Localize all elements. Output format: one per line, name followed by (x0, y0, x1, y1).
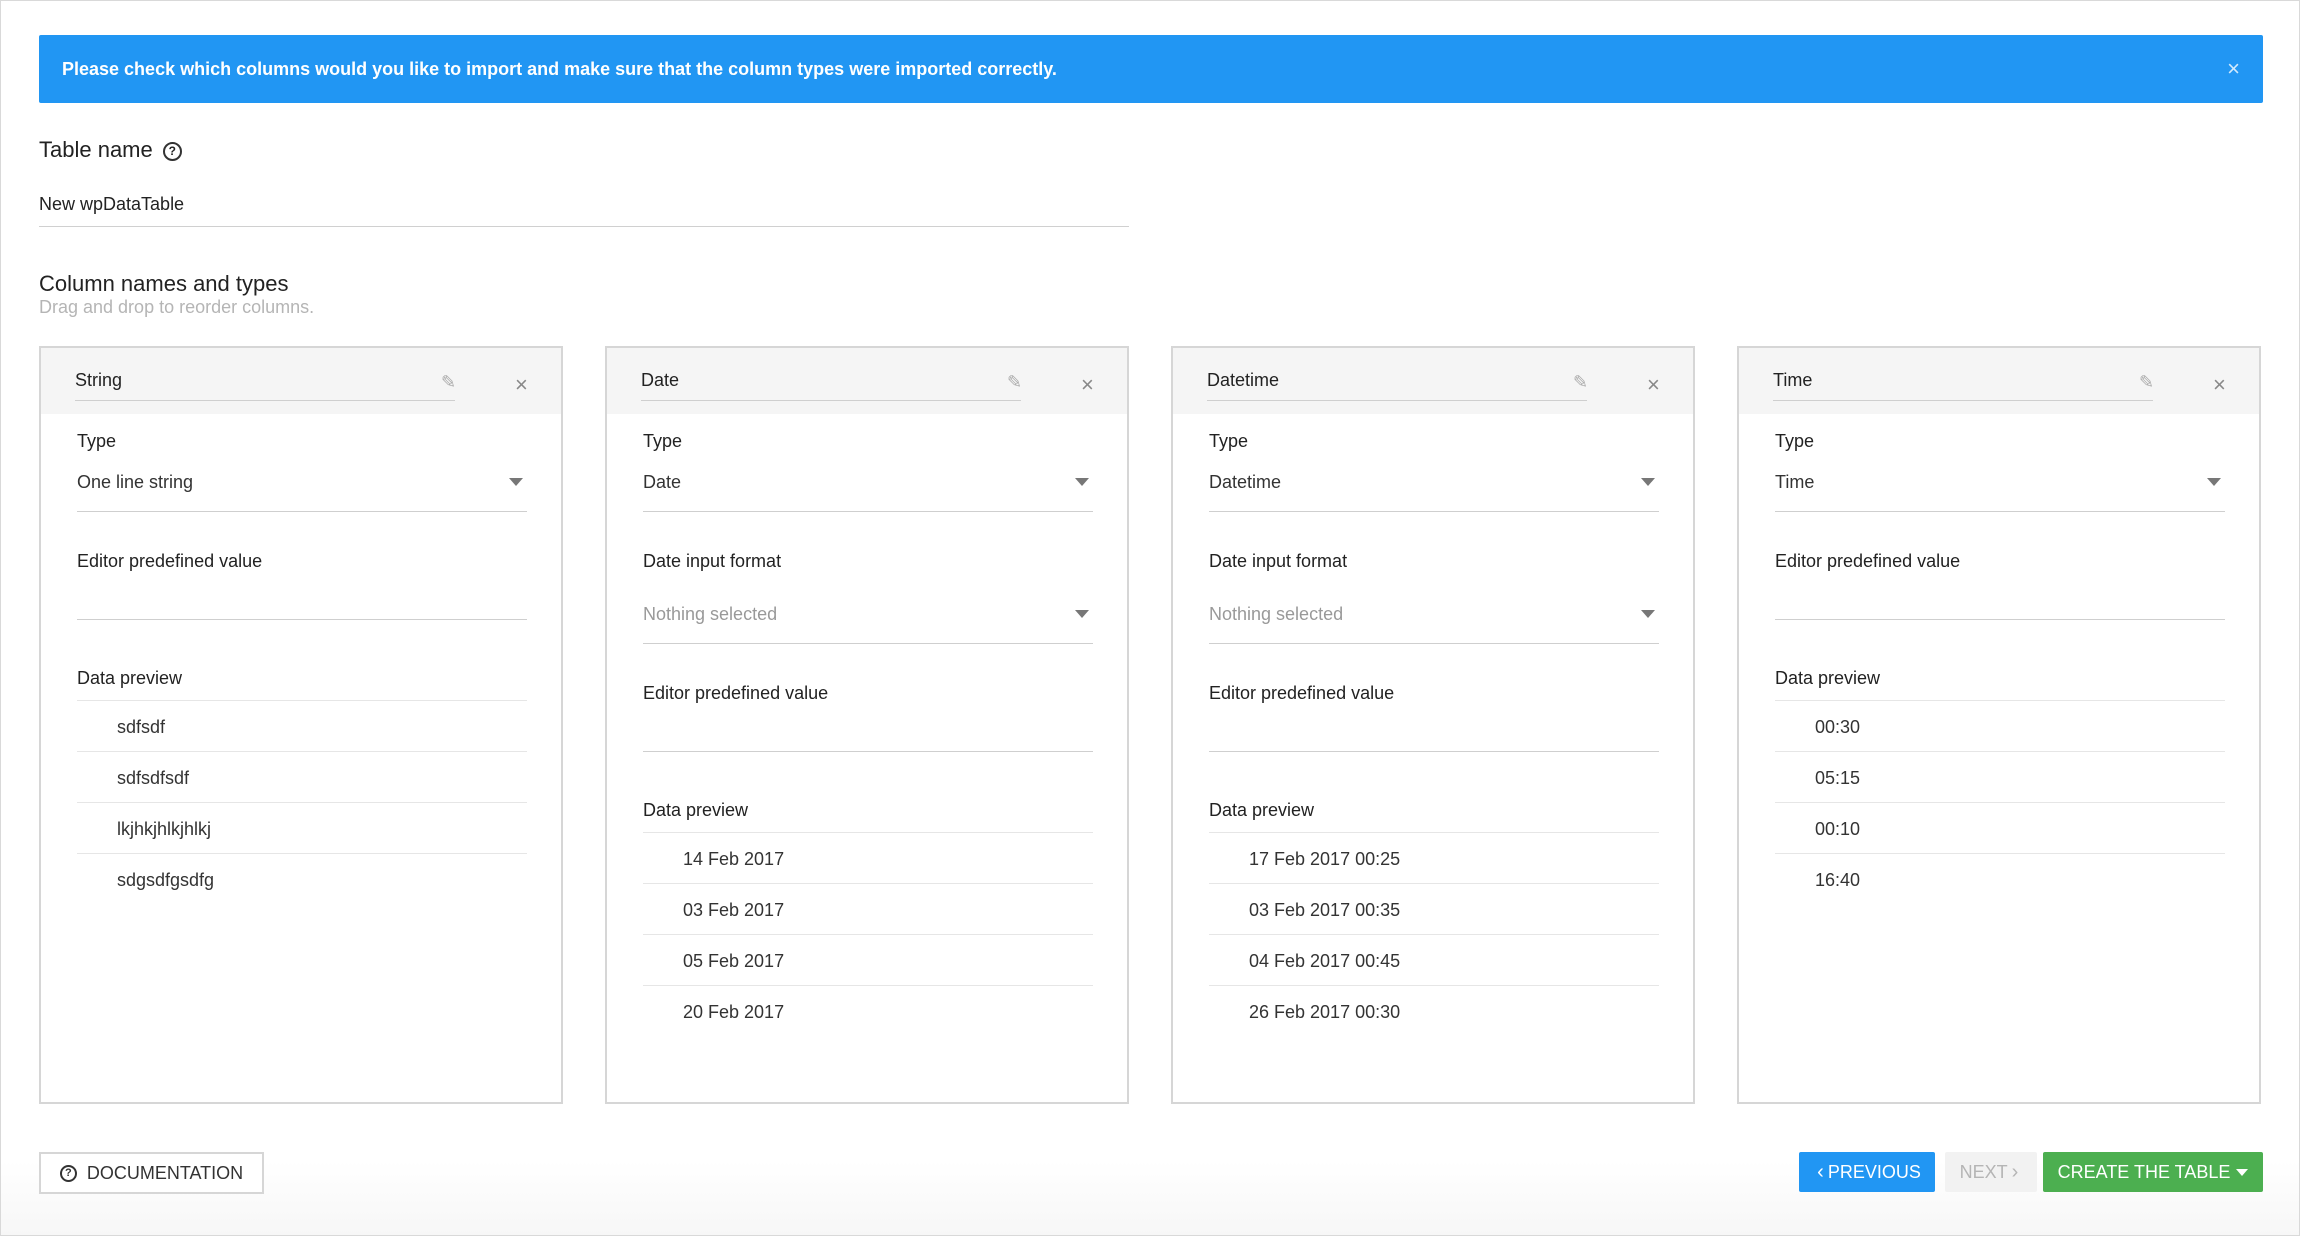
data-preview-list: 00:30 05:15 00:10 16:40 (1775, 700, 2225, 905)
list-item: 00:30 (1775, 701, 2225, 752)
previous-button[interactable]: ‹ PREVIOUS (1799, 1152, 1935, 1192)
data-preview-label: Data preview (77, 668, 183, 688)
previous-button-label: PREVIOUS (1827, 1161, 1921, 1182)
editor-predefined-input[interactable] (77, 619, 527, 620)
column-card-header: Datetime ✎ × (1173, 348, 1693, 414)
type-select-value: Date (643, 472, 682, 492)
pencil-icon[interactable]: ✎ (441, 372, 456, 393)
columns-section-title: Column names and types (39, 271, 289, 296)
documentation-button[interactable]: ? DOCUMENTATION (39, 1152, 264, 1194)
remove-column-close-icon[interactable]: × (1647, 372, 1660, 398)
date-format-select-value: Nothing selected (1209, 604, 1344, 624)
list-item: 26 Feb 2017 00:30 (1249, 1002, 1401, 1022)
data-preview-list: sdfsdf sdfsdfsdf lkjhkjhlkjhlkj sdgsdfgs… (77, 700, 527, 905)
date-input-format-label: Date input format (643, 551, 782, 571)
data-preview-list: 17 Feb 2017 00:25 03 Feb 2017 00:35 04 F… (1209, 832, 1659, 1037)
type-select[interactable]: One line string (77, 472, 527, 512)
list-item: sdgsdfgsdfg (117, 870, 215, 890)
caret-down-icon (2236, 1168, 2249, 1176)
remove-column-close-icon[interactable]: × (1081, 372, 1094, 398)
chevron-down-icon (1641, 478, 1655, 486)
list-item: 17 Feb 2017 00:25 (1209, 833, 1659, 884)
table-name-label-text: Table name (39, 137, 153, 162)
create-table-button-label: CREATE THE TABLE (2057, 1161, 2231, 1182)
list-item: lkjhkjhlkjhlkj (77, 803, 527, 854)
list-item: 03 Feb 2017 00:35 (1209, 884, 1659, 935)
wizard-frame: Please check which columns would you lik… (0, 0, 2300, 1236)
remove-column-close-icon[interactable]: × (2213, 372, 2226, 398)
type-label: Type (643, 431, 683, 451)
list-item: 16:40 (1815, 870, 1861, 890)
data-preview-label: Data preview (1209, 800, 1315, 820)
editor-predefined-label: Editor predefined value (643, 683, 829, 703)
chevron-down-icon (1075, 478, 1089, 486)
list-item: sdfsdfsdf (77, 752, 527, 803)
editor-predefined-label: Editor predefined value (1209, 683, 1395, 703)
data-preview-label: Data preview (1775, 668, 1881, 688)
create-table-button[interactable]: CREATE THE TABLE (2043, 1152, 2263, 1192)
editor-predefined-input[interactable] (643, 751, 1093, 752)
documentation-button-label: DOCUMENTATION (86, 1162, 244, 1183)
pencil-icon[interactable]: ✎ (1573, 372, 1588, 393)
column-name-field[interactable]: Datetime (1207, 370, 1587, 401)
list-item: 05 Feb 2017 (643, 935, 1093, 986)
type-label: Type (77, 431, 117, 451)
type-select[interactable]: Datetime (1209, 472, 1659, 512)
type-select-value: Datetime (1209, 472, 1282, 492)
chevron-down-icon (509, 478, 523, 486)
chevron-down-icon (2207, 478, 2221, 486)
editor-predefined-label: Editor predefined value (77, 551, 263, 571)
next-button[interactable]: NEXT › (1945, 1152, 2037, 1192)
column-name-field[interactable]: Date (641, 370, 1021, 401)
help-icon[interactable]: ? (162, 142, 182, 161)
column-card-datetime[interactable]: Datetime ✎ × Type Datetime Date input fo… (1171, 346, 1695, 1104)
list-item: sdfsdf (77, 701, 527, 752)
column-card-header: Time ✎ × (1739, 348, 2259, 414)
table-name-input[interactable] (39, 191, 1129, 227)
list-item: 00:10 (1775, 803, 2225, 854)
type-select[interactable]: Date (643, 472, 1093, 512)
chevron-down-icon (1075, 610, 1089, 618)
column-name-field[interactable]: Time (1773, 370, 2153, 401)
chevron-left-icon: ‹ (1817, 1160, 1824, 1183)
chevron-right-icon: › (2011, 1160, 2019, 1183)
alert-close-icon[interactable]: × (2227, 56, 2240, 82)
columns-section-subtitle: Drag and drop to reorder columns. (39, 297, 315, 317)
type-label: Type (1775, 431, 1815, 451)
column-card-date[interactable]: Date ✎ × Type Date Date input format Not… (605, 346, 1129, 1104)
pencil-icon[interactable]: ✎ (2139, 372, 2154, 393)
help-icon: ? (59, 1164, 77, 1182)
list-item: 04 Feb 2017 00:45 (1209, 935, 1659, 986)
list-item: 05:15 (1775, 752, 2225, 803)
column-card-header: String ✎ × (41, 348, 561, 414)
list-item: 14 Feb 2017 (643, 833, 1093, 884)
date-input-format-select[interactable]: Nothing selected (643, 604, 1093, 644)
editor-predefined-label: Editor predefined value (1775, 551, 1961, 571)
type-label: Type (1209, 431, 1249, 451)
info-alert: Please check which columns would you lik… (39, 35, 2263, 103)
data-preview-label: Data preview (643, 800, 749, 820)
column-card-string[interactable]: String ✎ × Type One line string Editor p… (39, 346, 563, 1104)
date-input-format-label: Date input format (1209, 551, 1348, 571)
column-card-time[interactable]: Time ✎ × Type Time Editor predefined val… (1737, 346, 2261, 1104)
editor-predefined-input[interactable] (1209, 751, 1659, 752)
alert-message: Please check which columns would you lik… (62, 58, 1057, 79)
date-format-select-value: Nothing selected (643, 604, 778, 624)
column-name-field[interactable]: String (75, 370, 455, 401)
next-button-label: NEXT (1959, 1161, 2008, 1182)
type-select[interactable]: Time (1775, 472, 2225, 512)
date-input-format-select[interactable]: Nothing selected (1209, 604, 1659, 644)
type-select-value: One line string (77, 472, 194, 492)
remove-column-close-icon[interactable]: × (515, 372, 528, 398)
pencil-icon[interactable]: ✎ (1007, 372, 1022, 393)
list-item: 20 Feb 2017 (683, 1002, 785, 1022)
type-select-value: Time (1775, 472, 1815, 492)
data-preview-list: 14 Feb 2017 03 Feb 2017 05 Feb 2017 20 F… (643, 832, 1093, 1037)
table-name-label: Table name? (39, 137, 182, 163)
editor-predefined-input[interactable] (1775, 619, 2225, 620)
column-card-header: Date ✎ × (607, 348, 1127, 414)
chevron-down-icon (1641, 610, 1655, 618)
list-item: 03 Feb 2017 (643, 884, 1093, 935)
